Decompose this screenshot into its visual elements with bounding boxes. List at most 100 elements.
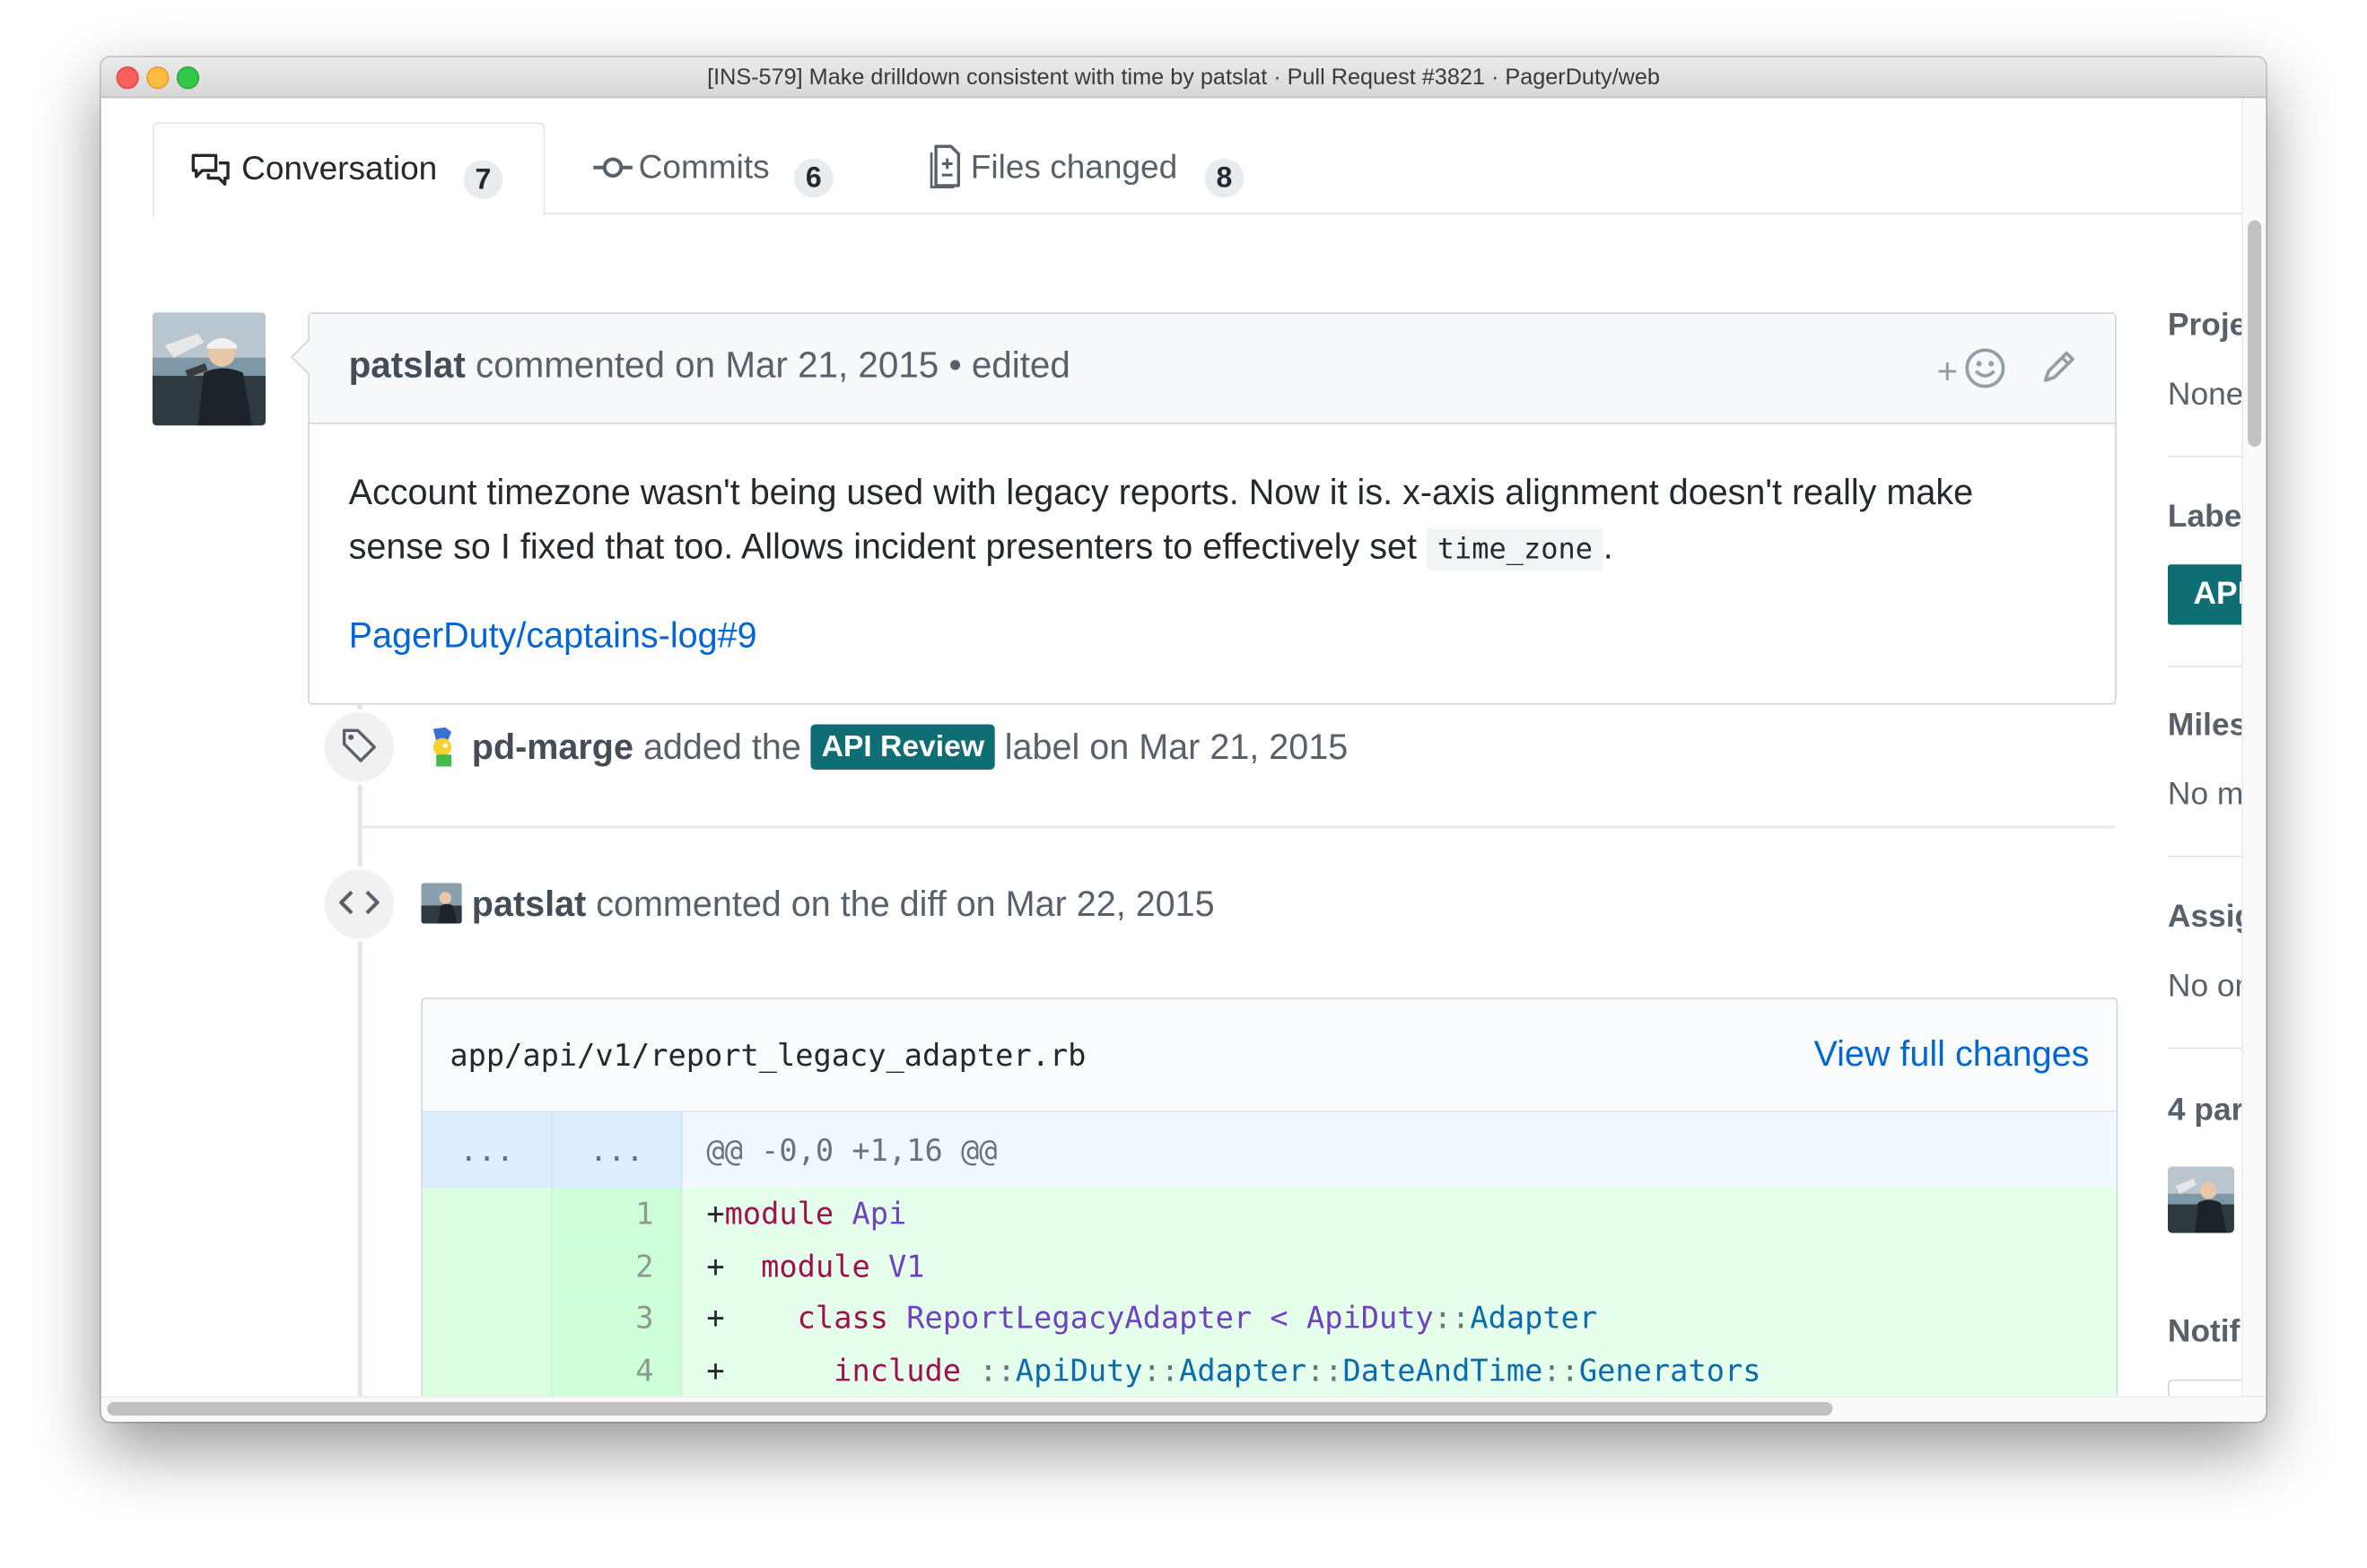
diff-code-text: class ReportLegacyAdapter < ApiDuty::Ada… (725, 1300, 1598, 1336)
tab-files-changed-count: 8 (1205, 159, 1245, 198)
hunk-expand-left[interactable]: ... (423, 1112, 553, 1188)
diff-code: + include ::ApiDuty::Adapter::DateAndTim… (682, 1344, 2116, 1396)
tag-icon (321, 710, 397, 785)
line-number: 2 (553, 1240, 681, 1292)
sidebar-divider (2168, 1048, 2241, 1050)
diff-line: 4+ include ::ApiDuty::Adapter::DateAndTi… (423, 1344, 2117, 1396)
window-title: [INS-579] Make drilldown consistent with… (101, 65, 2267, 91)
sidebar-labels-heading[interactable]: Labels (2168, 500, 2241, 536)
diff-new-line-number[interactable]: 3 (553, 1292, 683, 1344)
horizontal-scrollbar-thumb[interactable] (107, 1402, 1832, 1416)
code-icon (321, 867, 397, 942)
label-event-date: label on Mar 21, 2015 (1005, 727, 1348, 767)
edit-comment-button[interactable] (2039, 347, 2079, 394)
diff-sign: + (706, 1195, 724, 1231)
title-bar: [INS-579] Make drilldown consistent with… (101, 57, 2267, 98)
pencil-icon (2039, 347, 2079, 387)
avatar[interactable] (421, 883, 461, 923)
reaction-plus: + (1937, 352, 1959, 392)
sidebar-milestone-heading[interactable]: Milestone (2168, 708, 2241, 744)
diff-box: app/api/v1/report_legacy_adapter.rb View… (421, 997, 2118, 1396)
sidebar-milestone-value: No milestone (2168, 777, 2241, 813)
diff-old-line-number[interactable] (423, 1188, 553, 1240)
diff-line: 2+ module V1 (423, 1240, 2117, 1292)
sidebar-projects-value: None (2168, 378, 2241, 414)
diff-code: + class ReportLegacyAdapter < ApiDuty::A… (682, 1292, 2116, 1344)
hunk-header-row: ... ... @@ -0,0 +1,16 @@ (423, 1112, 2117, 1188)
diff-old-line-number[interactable] (423, 1292, 553, 1344)
tab-files-changed-label: Files changed (971, 148, 1177, 187)
sidebar-api-review-label[interactable]: API Review (2168, 564, 2241, 624)
diff-old-line-number[interactable] (423, 1240, 553, 1292)
smiley-icon (1965, 347, 2007, 389)
diff-code-text: module Api (725, 1195, 907, 1231)
sidebar-divider (2168, 666, 2241, 667)
diff-code: + module V1 (682, 1240, 2116, 1292)
diff-line: 3+ class ReportLegacyAdapter < ApiDuty::… (423, 1292, 2117, 1344)
tab-conversation-label: Conversation (241, 150, 437, 189)
issue-reference-link[interactable]: PagerDuty/captains-log#9 (349, 615, 757, 656)
pr-tabs: Conversation 7 Commits 6 Files changed 8 (101, 98, 2242, 214)
label-event: pd-marge added the API Review label on M… (421, 725, 1348, 770)
file-diff-icon (929, 144, 962, 198)
sidebar: Projects None Labels API Review Mileston… (2168, 98, 2241, 1396)
comment-box: patslat commented on Mar 21, 2015 • edit… (308, 312, 2117, 704)
comment-caret (291, 339, 327, 375)
diff-sign: + (706, 1300, 724, 1336)
line-number: 1 (553, 1188, 681, 1240)
tab-conversation[interactable]: Conversation 7 (153, 122, 545, 217)
view-full-changes-link[interactable]: View full changes (1813, 1033, 2089, 1074)
tab-commits-label: Commits (639, 148, 770, 187)
diff-code-text: module V1 (725, 1248, 925, 1284)
avatar[interactable] (153, 312, 266, 425)
sidebar-participants-heading: 4 participants (2168, 1093, 2241, 1128)
comment-body: Account timezone wasn't being used with … (349, 465, 2070, 576)
sidebar-assignees-value: No one (2168, 969, 2241, 1005)
subscribe-button[interactable] (2168, 1380, 2241, 1397)
avatar[interactable] (421, 726, 461, 766)
api-review-label[interactable]: API Review (811, 725, 995, 770)
avatar[interactable] (2168, 1166, 2234, 1233)
line-number: 4 (553, 1344, 681, 1396)
sidebar-assignees-heading[interactable]: Assignees (2168, 900, 2241, 936)
vertical-scrollbar-thumb[interactable] (2248, 221, 2261, 447)
comment-meta-text: commented on Mar 21, 2015 • edited (476, 345, 1070, 386)
diff-sign: + (706, 1248, 724, 1284)
diff-code: +module Api (682, 1188, 2116, 1240)
comment-header: patslat commented on Mar 21, 2015 • edit… (310, 314, 2115, 424)
review-event: patslat commented on the diff on Mar 22,… (421, 883, 1214, 925)
diff-new-line-number[interactable]: 4 (553, 1344, 683, 1396)
sidebar-projects-heading[interactable]: Projects (2168, 308, 2241, 344)
label-event-actor-link[interactable]: pd-marge (472, 727, 633, 767)
add-reaction-button[interactable]: + (1937, 347, 2007, 397)
hunk-expand-right[interactable]: ... (553, 1112, 683, 1188)
comment-author-link[interactable]: patslat (349, 345, 466, 386)
comment-body-text: Account timezone wasn't being used with … (349, 473, 1973, 566)
review-event-text: commented on the diff on Mar 22, 2015 (596, 884, 1214, 924)
hunk-header: @@ -0,0 +1,16 @@ (682, 1112, 2116, 1188)
diff-new-line-number[interactable]: 1 (553, 1188, 683, 1240)
page-content: Conversation 7 Commits 6 Files changed 8 (101, 98, 2242, 1396)
diff-code-text: include ::ApiDuty::Adapter::DateAndTime:… (725, 1352, 1761, 1388)
sidebar-divider (2168, 856, 2241, 858)
diff-old-line-number[interactable] (423, 1344, 553, 1396)
tab-conversation-count: 7 (463, 160, 502, 199)
diff-header: app/api/v1/report_legacy_adapter.rb View… (423, 999, 2117, 1112)
diff-file-path[interactable]: app/api/v1/report_legacy_adapter.rb (450, 1037, 1086, 1073)
tab-files-changed[interactable]: Files changed 8 (887, 122, 1279, 214)
diff-new-line-number[interactable]: 2 (553, 1240, 683, 1292)
timeline-line (358, 705, 362, 1397)
diff-line: 1+module Api (423, 1188, 2117, 1240)
tab-commits-count: 6 (794, 159, 834, 198)
sidebar-divider (2168, 456, 2241, 457)
commit-icon (593, 152, 633, 192)
sidebar-notifications-heading: Notifications (2168, 1314, 2241, 1350)
browser-window: [INS-579] Make drilldown consistent with… (101, 57, 2267, 1422)
diff-sign: + (706, 1352, 724, 1388)
inline-code: time_zone (1427, 528, 1603, 571)
review-event-actor-link[interactable]: patslat (472, 884, 586, 924)
tab-commits[interactable]: Commits 6 (542, 122, 843, 214)
conversation-icon (190, 151, 232, 199)
line-number: 3 (553, 1292, 681, 1344)
comment-body-end: . (1603, 527, 1613, 566)
